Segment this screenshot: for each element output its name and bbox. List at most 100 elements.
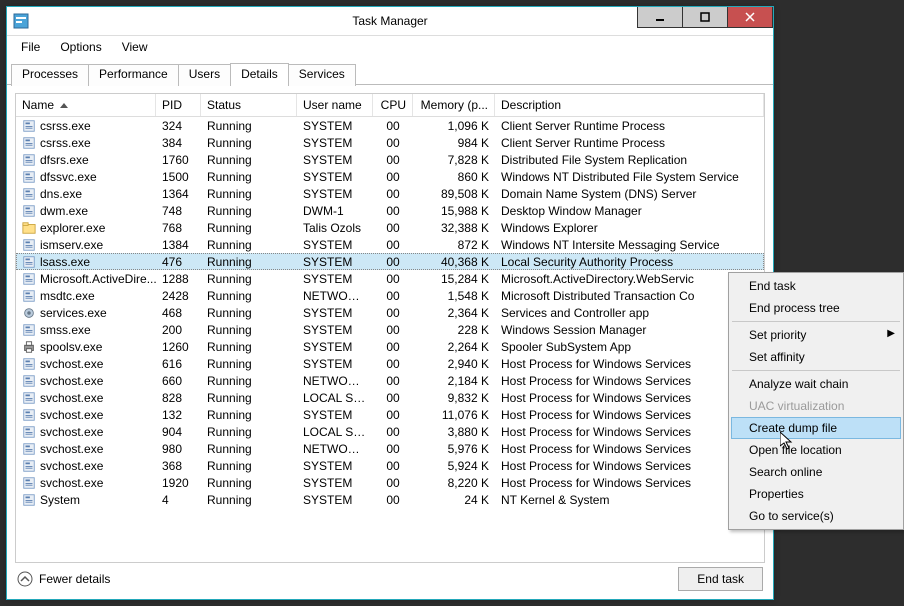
process-pid: 1364 [156,187,201,201]
col-user[interactable]: User name [297,94,373,116]
process-status: Running [201,306,297,320]
process-cpu: 00 [373,476,413,490]
col-name[interactable]: Name [16,94,156,116]
ctx-end-task[interactable]: End task [731,275,901,297]
table-row[interactable]: csrss.exe384RunningSYSTEM00984 KClient S… [16,134,764,151]
maximize-button[interactable] [682,7,728,28]
process-cpu: 00 [373,170,413,184]
table-row[interactable]: dns.exe1364RunningSYSTEM0089,508 KDomain… [16,185,764,202]
table-row[interactable]: svchost.exe132RunningSYSTEM0011,076 KHos… [16,406,764,423]
context-menu[interactable]: End taskEnd process tree Set priority▶Set… [728,272,904,530]
process-status: Running [201,153,297,167]
ctx-analyze-wait-chain[interactable]: Analyze wait chain [731,373,901,395]
ctx-search-online[interactable]: Search online [731,461,901,483]
tab-details[interactable]: Details [230,63,289,85]
col-pid[interactable]: PID [156,94,201,116]
process-memory: 15,988 K [413,204,495,218]
ctx-properties[interactable]: Properties [731,483,901,505]
table-row[interactable]: svchost.exe368RunningSYSTEM005,924 KHost… [16,457,764,474]
tab-processes[interactable]: Processes [11,64,89,86]
process-user: SYSTEM [297,476,373,490]
process-description: Host Process for Windows Services [495,408,764,422]
process-name: msdtc.exe [16,289,156,303]
table-row[interactable]: svchost.exe616RunningSYSTEM002,940 KHost… [16,355,764,372]
process-description: Desktop Window Manager [495,204,764,218]
process-status: Running [201,357,297,371]
close-button[interactable] [727,7,773,28]
process-status: Running [201,119,297,133]
ctx-end-process-tree[interactable]: End process tree [731,297,901,319]
table-row[interactable]: Microsoft.ActiveDire...1288RunningSYSTEM… [16,270,764,287]
table-row[interactable]: smss.exe200RunningSYSTEM00228 KWindows S… [16,321,764,338]
col-memory[interactable]: Memory (p... [413,94,495,116]
table-row[interactable]: svchost.exe1920RunningSYSTEM008,220 KHos… [16,474,764,491]
fewer-details-button[interactable]: Fewer details [17,571,110,587]
process-cpu: 00 [373,323,413,337]
process-pid: 324 [156,119,201,133]
process-list[interactable]: csrss.exe324RunningSYSTEM001,096 KClient… [16,117,764,557]
col-cpu[interactable]: CPU [373,94,413,116]
process-status: Running [201,289,297,303]
process-description: Host Process for Windows Services [495,391,764,405]
table-row[interactable]: System4RunningSYSTEM0024 KNT Kernel & Sy… [16,491,764,508]
table-row[interactable]: dfssvc.exe1500RunningSYSTEM00860 KWindow… [16,168,764,185]
process-memory: 5,924 K [413,459,495,473]
process-cpu: 00 [373,153,413,167]
table-row[interactable]: services.exe468RunningSYSTEM002,364 KSer… [16,304,764,321]
table-row[interactable]: spoolsv.exe1260RunningSYSTEM002,264 KSpo… [16,338,764,355]
table-row[interactable]: dfsrs.exe1760RunningSYSTEM007,828 KDistr… [16,151,764,168]
process-status: Running [201,136,297,150]
menu-separator [732,370,900,371]
titlebar[interactable]: Task Manager [7,7,773,36]
process-description: Windows NT Intersite Messaging Service [495,238,764,252]
process-pid: 660 [156,374,201,388]
process-name: dwm.exe [16,204,156,218]
process-name: svchost.exe [16,408,156,422]
table-row[interactable]: ismserv.exe1384RunningSYSTEM00872 KWindo… [16,236,764,253]
menubar: File Options View [7,36,773,58]
process-description: Client Server Runtime Process [495,119,764,133]
process-pid: 2428 [156,289,201,303]
tab-performance[interactable]: Performance [88,64,179,86]
process-memory: 860 K [413,170,495,184]
process-status: Running [201,459,297,473]
table-row[interactable]: svchost.exe980RunningNETWORK...005,976 K… [16,440,764,457]
table-row[interactable]: svchost.exe828RunningLOCAL SE...009,832 … [16,389,764,406]
process-description: Local Security Authority Process [495,255,764,269]
process-user: SYSTEM [297,153,373,167]
table-row[interactable]: msdtc.exe2428RunningNETWORK...001,548 KM… [16,287,764,304]
process-name: svchost.exe [16,374,156,388]
menu-options[interactable]: Options [52,38,109,56]
process-status: Running [201,425,297,439]
process-pid: 200 [156,323,201,337]
end-task-button[interactable]: End task [678,567,763,591]
table-row[interactable]: svchost.exe904RunningLOCAL SE...003,880 … [16,423,764,440]
table-row[interactable]: lsass.exe476RunningSYSTEM0040,368 KLocal… [16,253,764,270]
col-description[interactable]: Description [495,94,764,116]
ctx-go-to-service-s-[interactable]: Go to service(s) [731,505,901,527]
ctx-create-dump-file[interactable]: Create dump file [731,417,901,439]
process-description: Host Process for Windows Services [495,442,764,456]
tab-users[interactable]: Users [178,64,231,86]
process-pid: 1920 [156,476,201,490]
process-name: dfsrs.exe [16,153,156,167]
menu-file[interactable]: File [13,38,48,56]
process-pid: 1384 [156,238,201,252]
ctx-set-affinity[interactable]: Set affinity [731,346,901,368]
table-row[interactable]: svchost.exe660RunningNETWORK...002,184 K… [16,372,764,389]
table-row[interactable]: dwm.exe748RunningDWM-10015,988 KDesktop … [16,202,764,219]
process-user: SYSTEM [297,459,373,473]
process-status: Running [201,221,297,235]
table-row[interactable]: explorer.exe768RunningTalis Ozols0032,38… [16,219,764,236]
tab-services[interactable]: Services [288,64,356,86]
ctx-set-priority[interactable]: Set priority▶ [731,324,901,346]
table-row[interactable]: csrss.exe324RunningSYSTEM001,096 KClient… [16,117,764,134]
menu-view[interactable]: View [114,38,156,56]
minimize-button[interactable] [637,7,683,28]
process-status: Running [201,340,297,354]
process-status: Running [201,204,297,218]
process-description: Distributed File System Replication [495,153,764,167]
process-status: Running [201,272,297,286]
col-status[interactable]: Status [201,94,297,116]
ctx-open-file-location[interactable]: Open file location [731,439,901,461]
